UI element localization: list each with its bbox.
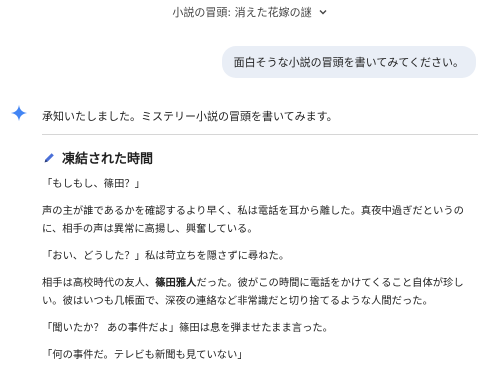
story-heading-text: 凍結された時間 [62,152,154,167]
story-paragraph-4: 相手は高校時代の友人、篠田雅人だった。彼がこの時間に電話をかけてくること自体が珍… [42,274,484,310]
story-paragraph-6: 「何の事件だ。テレビも新聞も見ていない」 [42,349,248,361]
story-paragraph-1: 「もしもし、篠田？」 [42,178,145,190]
pen-icon [44,152,54,162]
chevron-down-icon [319,10,327,15]
character-name: 篠田雅人 [155,277,197,289]
story-paragraph-3: 「おい、どうした？」私は苛立ちを隠さずに尋ねた。 [42,250,290,262]
story-paragraph-4-pre: 相手は高校時代の友人、 [42,277,156,289]
gemini-spark-icon [10,104,28,122]
story-paragraph-2: 声の主が誰であるかを確認するより早く、私は電話を耳から離した。真夜中過ぎだという… [42,205,464,235]
user-message-text: 面白そうな小説の冒頭を書いてみてください。 [233,56,464,69]
story-heading: 凍結された時間 [42,148,484,167]
assistant-ack-text: 承知いたしました。ミステリー小説の冒頭を書いてみます。 [42,110,338,123]
divider [42,134,478,135]
user-message-bubble: 面白そうな小説の冒頭を書いてみてください。 [221,46,476,78]
conversation-title-bar[interactable]: 小説の冒頭: 消えた花嫁の謎 [0,0,500,24]
assistant-response: 凍結された時間 「もしもし、篠田？」 声の主が誰であるかを確認するより早く、私は… [42,148,484,373]
story-paragraph-5: 「聞いたか？ あの事件だよ」篠田は息を弾ませたまま言った。 [42,322,333,334]
conversation-title: 小説の冒頭: 消えた花嫁の謎 [172,6,312,19]
